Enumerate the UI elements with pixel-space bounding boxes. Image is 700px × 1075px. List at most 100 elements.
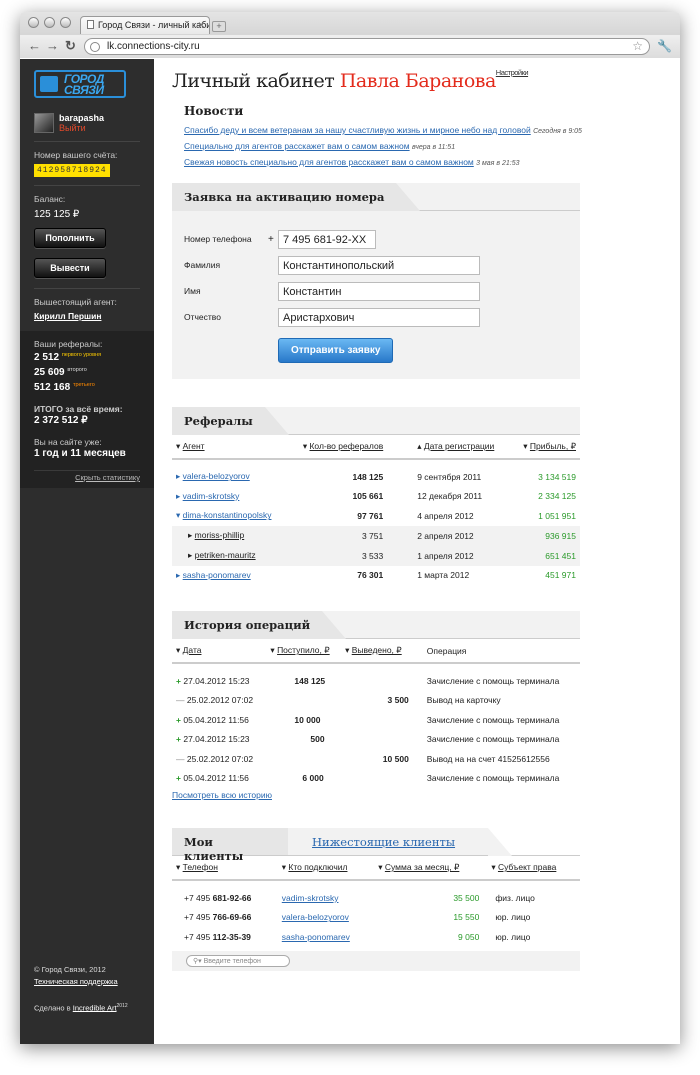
referrals-table: ▾ Агент ▾ Кол-во рефералов ▴ Дата регистра… bbox=[172, 435, 580, 585]
patronymic-input[interactable]: Аристархович bbox=[278, 307, 480, 327]
avatar[interactable] bbox=[34, 113, 54, 133]
op-description: Зачисление с помощь терминала bbox=[426, 714, 560, 725]
table-row[interactable]: ▾ dima-konstantinopolsky 97 761 4 апреля 2… bbox=[172, 506, 580, 526]
stats-panel: Ваши рефералы: 2 512 первого уровня 25 6… bbox=[20, 331, 154, 488]
divider bbox=[34, 288, 140, 289]
sort-count[interactable]: Кол-во рефералов bbox=[309, 441, 383, 451]
level1-label: первого уровня bbox=[61, 352, 102, 358]
news-link[interactable]: Спасибо деду и всем ветеранам за нашу сч… bbox=[184, 125, 531, 135]
sidebar-footer: © Город Связи, 2012 Техническая поддержк… bbox=[34, 964, 128, 1015]
close-window-button[interactable] bbox=[28, 17, 39, 28]
tab-title: Город Связи - личный кабин bbox=[98, 20, 210, 30]
connector-link[interactable]: vadim-skrotsky bbox=[282, 893, 339, 903]
surname-label: Фамилия bbox=[184, 260, 221, 270]
reload-icon[interactable]: ↻ bbox=[65, 39, 76, 53]
table-row[interactable]: ▸ valera-belozyorov 148 125 9 сентября 201… bbox=[172, 467, 580, 487]
tab-my-clients[interactable]: Мои клиенты bbox=[172, 828, 288, 863]
agent-link[interactable]: valera-belozyorov bbox=[183, 471, 250, 481]
divider bbox=[34, 185, 140, 186]
profit: 1 051 951 bbox=[538, 510, 576, 521]
page-title: Личный кабинет Павла БарановаНастройки bbox=[172, 68, 680, 92]
news-link[interactable]: Специально для агентов расскажет вам о с… bbox=[184, 141, 410, 151]
hide-stats-link[interactable]: Скрыть статистику bbox=[34, 470, 140, 482]
table-row[interactable]: ▸ vadim-skrotsky 105 661 12 декабря 2011 2 … bbox=[172, 487, 580, 507]
submit-button[interactable]: Отправить заявку bbox=[278, 338, 394, 363]
table-row[interactable]: ▸ petriken-mauritz 3 533 1 апреля 2012 651 … bbox=[172, 545, 580, 566]
logout-link[interactable]: Выйти bbox=[59, 123, 104, 133]
legal-type: физ. лицо bbox=[495, 892, 535, 903]
history-table: ▾ Дата ▾ Поступило, ₽ ▾ Выведено, ₽ Операци… bbox=[172, 639, 580, 788]
legal-type: юр. лицо bbox=[495, 912, 531, 923]
name-input[interactable]: Константин bbox=[278, 281, 480, 301]
zoom-window-button[interactable] bbox=[60, 17, 71, 28]
level1-count: 2 512 bbox=[34, 352, 60, 363]
table-row[interactable]: ▸ sasha-ponomarev 76 301 1 марта 2012 451 9… bbox=[172, 566, 580, 586]
user-fullname: Павла Баранова bbox=[339, 70, 496, 92]
sort-agent[interactable]: Агент bbox=[183, 441, 205, 451]
new-tab-button[interactable]: + bbox=[212, 21, 226, 32]
search-icon: ⚲▾ bbox=[193, 957, 202, 965]
op-outcome bbox=[341, 730, 413, 750]
globe-icon bbox=[90, 42, 100, 52]
sort-profit[interactable]: Прибыль, ₽ bbox=[530, 441, 576, 451]
op-date: 05.04.2012 11:56 bbox=[183, 714, 249, 725]
name-label: Имя bbox=[184, 286, 201, 296]
sort-income[interactable]: Поступило, ₽ bbox=[277, 645, 330, 655]
section-header: Рефералы bbox=[172, 407, 580, 435]
agent-link[interactable]: vadim-skrotsky bbox=[183, 491, 240, 501]
activation-form: Заявка на активацию номера Номер телефон… bbox=[172, 183, 580, 379]
sort-type[interactable]: Субъект права bbox=[498, 862, 556, 872]
sort-date[interactable]: Дата bbox=[183, 645, 202, 655]
op-income bbox=[266, 749, 341, 769]
agent-link[interactable]: petriken-mauritz bbox=[195, 550, 256, 560]
phone-search-input[interactable]: ⚲▾ Введите телефон bbox=[186, 954, 290, 967]
back-arrow-icon[interactable]: ← bbox=[28, 39, 41, 53]
connector-link[interactable]: sasha-ponomarev bbox=[282, 932, 350, 942]
plus-icon: + bbox=[176, 734, 181, 745]
agent-link[interactable]: sasha-ponomarev bbox=[183, 570, 251, 580]
settings-link[interactable]: Настройки bbox=[496, 68, 529, 77]
phone-input[interactable]: 7 495 681-92-XX bbox=[278, 229, 376, 249]
support-link[interactable]: Техническая поддержка bbox=[34, 977, 118, 986]
patronymic-label: Отчество bbox=[184, 312, 221, 322]
sort-sum[interactable]: Сумма за месяц, ₽ bbox=[385, 862, 459, 872]
search-placeholder: Введите телефон bbox=[203, 957, 261, 965]
browser-tab[interactable]: Город Связи - личный кабин ✕ bbox=[80, 16, 210, 34]
phone-code: +7 495 bbox=[184, 912, 211, 923]
sort-who[interactable]: Кто подключил bbox=[288, 862, 347, 872]
all-history-link[interactable]: Посмотреть всю историю bbox=[172, 790, 580, 800]
table-row[interactable]: ▸ moriss-phillip 3 751 2 апреля 2012 936 91… bbox=[172, 525, 580, 546]
legal-type: юр. лицо bbox=[495, 931, 531, 942]
sort-phone[interactable]: Телефон bbox=[183, 862, 218, 872]
news-link[interactable]: Свежая новость специально для агентов ра… bbox=[184, 157, 474, 167]
phone-code: +7 495 bbox=[184, 931, 211, 942]
connector-link[interactable]: valera-belozyorov bbox=[282, 912, 349, 922]
referral-count: 148 125 bbox=[352, 471, 384, 482]
sort-date[interactable]: Дата регистрации bbox=[424, 441, 494, 451]
made-in-text: Сделано в bbox=[34, 1003, 71, 1012]
news-title: Новости bbox=[184, 104, 244, 118]
agent-link[interactable]: dima-konstantinopolsky bbox=[183, 510, 272, 520]
agent-link[interactable]: moriss-phillip bbox=[195, 530, 245, 540]
surname-input[interactable]: Константинопольский bbox=[278, 255, 480, 275]
title-text: Личный кабинет bbox=[172, 70, 335, 92]
news-item: Спасибо деду и всем ветеранам за нашу сч… bbox=[184, 125, 680, 135]
sort-outcome[interactable]: Выведено, ₽ bbox=[352, 645, 402, 655]
forward-arrow-icon[interactable]: → bbox=[46, 39, 59, 53]
wrench-icon[interactable]: 🔧 bbox=[657, 39, 672, 53]
close-tab-icon[interactable]: ✕ bbox=[197, 20, 205, 31]
username[interactable]: barapasha bbox=[59, 113, 104, 123]
bookmark-star-icon[interactable]: ☆ bbox=[632, 39, 643, 53]
navigation-bar: ← → ↻ lk.connections-city.ru ☆ 🔧 bbox=[20, 35, 680, 58]
agent-link[interactable]: Кирилл Першин bbox=[34, 311, 140, 321]
address-bar[interactable]: lk.connections-city.ru ☆ bbox=[84, 38, 650, 55]
level2-label: второго bbox=[67, 367, 87, 373]
logo[interactable]: ГОРОД СВЯЗИ bbox=[34, 69, 140, 99]
topup-button[interactable]: Пополнить bbox=[34, 228, 106, 248]
tab-lower-clients[interactable]: Нижестоящие клиенты bbox=[288, 828, 512, 856]
op-income: 500 bbox=[310, 734, 325, 745]
operation-header: Операция bbox=[412, 639, 580, 664]
minimize-window-button[interactable] bbox=[44, 17, 55, 28]
withdraw-button[interactable]: Вывести bbox=[34, 258, 106, 278]
made-by-link[interactable]: Incredible Art bbox=[73, 1003, 117, 1012]
